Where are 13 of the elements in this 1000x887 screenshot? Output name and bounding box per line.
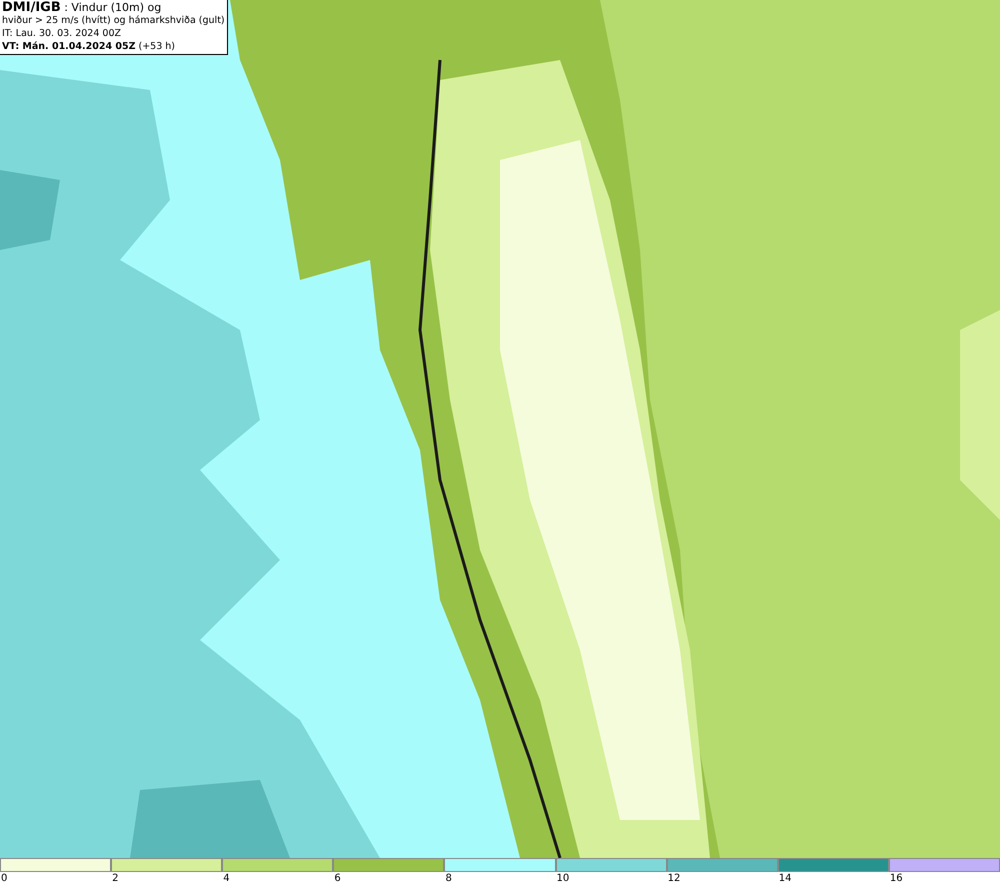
title-text: hviður > 25 m/s (hvítt) og hámarkshviða (gult) bbox=[2, 14, 225, 27]
legend-tick-label: 2 bbox=[111, 872, 118, 886]
title-text: IT: Lau. 30. 03. 2024 00Z bbox=[2, 27, 122, 40]
legend-tick-label: 6 bbox=[333, 872, 341, 886]
title-text: VT: Mán. 01.04.2024 05Z (+53 h) bbox=[2, 40, 176, 53]
legend-tick-label: 12 bbox=[666, 872, 680, 886]
legend-tick-label: 14 bbox=[778, 872, 792, 886]
legend-tick-label: 8 bbox=[444, 872, 452, 886]
legend-tick-label: 16 bbox=[888, 872, 903, 886]
legend-tick-label: 4 bbox=[222, 872, 230, 886]
legend-tick-label: 0 bbox=[0, 872, 8, 886]
title-text: DMI/IGB : Vindur (10m) og bbox=[2, 1, 162, 14]
legend-tick-label: 10 bbox=[556, 872, 570, 886]
